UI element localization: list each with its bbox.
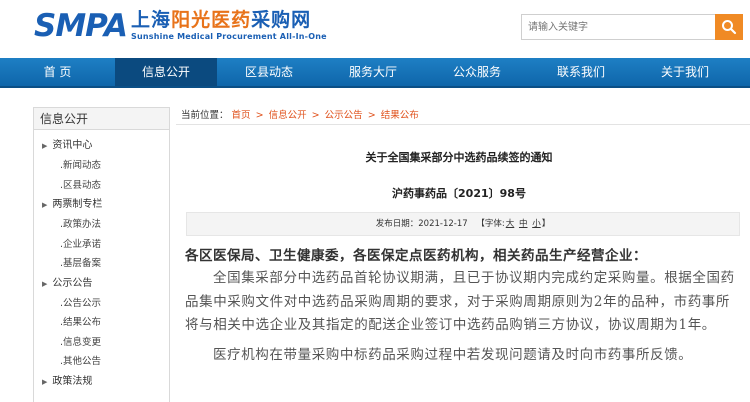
sidebar-title: 信息公开 bbox=[34, 108, 169, 130]
logo-text: 上海阳光医药采购网 Sunshine Medical Procurement A… bbox=[131, 9, 327, 42]
sidebar-item-label: 公示公告 bbox=[52, 277, 93, 289]
article-body: 各区医保局、卫生健康委，各医保定点医药机构，相关药品生产经营企业： 全国集采部分… bbox=[185, 245, 743, 367]
article-paragraph: 全国集采部分中选药品首轮协议期满，且已于协议期内完成约定采购量。根据全国药品集中… bbox=[185, 270, 735, 333]
article-paragraph: 医疗机构在带量采购中标药品采购过程中若发现问题请及时向市药事所反馈。 bbox=[213, 346, 693, 363]
nav-contact-us[interactable]: 联系我们 bbox=[529, 58, 633, 86]
font-size-medium[interactable]: 中 bbox=[519, 219, 528, 229]
sidebar-subitem-filing[interactable]: .基层备案 bbox=[34, 254, 169, 274]
triangle-right-icon: ▶ bbox=[42, 279, 48, 288]
article-doc-number: 沪药事药品〔2021〕98号 bbox=[392, 187, 526, 200]
site-header: SMPA 上海阳光医药采购网 Sunshine Medical Procurem… bbox=[0, 0, 750, 58]
triangle-right-icon: ▶ bbox=[42, 201, 48, 209]
sidebar-item-regulations[interactable]: ▶ 政策法规 bbox=[34, 372, 169, 392]
nav-public-service[interactable]: 公众服务 bbox=[425, 58, 529, 86]
sidebar-item-label: 两票制专栏 bbox=[52, 199, 103, 210]
breadcrumb-separator: > bbox=[255, 110, 264, 121]
nav-home[interactable]: 首 页 bbox=[0, 58, 115, 86]
search-box bbox=[521, 14, 743, 40]
breadcrumb-separator: > bbox=[367, 110, 376, 121]
article-title: 关于全国集采部分中选药品续签的通知 bbox=[365, 151, 553, 164]
logo-english: Sunshine Medical Procurement All-In-One bbox=[131, 32, 327, 41]
sidebar-subitem-commitment[interactable]: .企业承诺 bbox=[34, 235, 169, 255]
nav-info-public[interactable]: 信息公开 bbox=[115, 58, 217, 86]
sidebar-menu: ▶ 资讯中心 .新闻动态 .区县动态 ▶ 两票制专栏 .政策办法 .企业承诺 .基层… bbox=[34, 130, 169, 392]
search-button[interactable] bbox=[715, 14, 743, 40]
sidebar-subitem-notice[interactable]: .公告公示 bbox=[34, 294, 169, 314]
logo-chinese: 上海阳光医药采购网 bbox=[131, 9, 327, 31]
sidebar-subitem-results[interactable]: .结果公布 bbox=[34, 313, 169, 333]
sidebar-item-news-center[interactable]: ▶ 资讯中心 bbox=[34, 136, 169, 156]
logo-cn-part2: 采购网 bbox=[251, 9, 312, 31]
triangle-right-icon: ▶ bbox=[42, 377, 48, 386]
breadcrumb-home[interactable]: 首页 bbox=[232, 110, 251, 121]
sidebar-subitem-news[interactable]: .新闻动态 bbox=[34, 156, 169, 176]
font-size-control: 【字体:大 中 小】 bbox=[476, 219, 550, 229]
publish-date: 发布日期：2021-12-17 bbox=[375, 219, 468, 229]
nav-district-news[interactable]: 区县动态 bbox=[217, 58, 321, 86]
site-logo[interactable]: SMPA 上海阳光医药采购网 Sunshine Medical Procurem… bbox=[34, 9, 327, 49]
nav-service-hall[interactable]: 服务大厅 bbox=[321, 58, 425, 86]
sidebar-subitem-changes[interactable]: .信息变更 bbox=[34, 333, 169, 353]
sidebar-subitem-policy[interactable]: .政策办法 bbox=[34, 215, 169, 235]
logo-cn-highlight: 阳光医药 bbox=[171, 9, 252, 31]
main-content: 当前位置： 首页 > 信息公开 > 公示公告 > 结果公布 关于全国集采部分中选… bbox=[176, 107, 750, 402]
sidebar-item-label: 资讯中心 bbox=[52, 140, 93, 151]
font-size-small[interactable]: 小 bbox=[532, 219, 541, 229]
main-nav: 首 页 信息公开 区县动态 服务大厅 公众服务 联系我们 关于我们 bbox=[0, 58, 750, 88]
breadcrumb-announcements[interactable]: 公示公告 bbox=[325, 110, 363, 121]
breadcrumb: 当前位置： 首页 > 信息公开 > 公示公告 > 结果公布 bbox=[176, 107, 750, 125]
font-size-large[interactable]: 大 bbox=[506, 219, 515, 229]
article-salutation: 各区医保局、卫生健康委，各医保定点医药机构，相关药品生产经营企业： bbox=[185, 248, 647, 264]
breadcrumb-info-public[interactable]: 信息公开 bbox=[269, 110, 307, 121]
search-icon bbox=[722, 20, 737, 35]
triangle-right-icon: ▶ bbox=[42, 142, 48, 150]
font-size-label: 【字体: bbox=[476, 219, 505, 229]
nav-about-us[interactable]: 关于我们 bbox=[633, 58, 737, 86]
sidebar-item-announcements[interactable]: ▶ 公示公告 bbox=[34, 274, 169, 294]
logo-cn-part1: 上海 bbox=[131, 9, 172, 31]
font-size-close: 】 bbox=[541, 219, 551, 229]
sidebar-subitem-other[interactable]: .其他公告 bbox=[34, 352, 169, 372]
logo-smpa: SMPA bbox=[34, 8, 128, 44]
sidebar-item-two-invoice[interactable]: ▶ 两票制专栏 bbox=[34, 195, 169, 215]
sidebar: 信息公开 ▶ 资讯中心 .新闻动态 .区县动态 ▶ 两票制专栏 .政策办法 .企业承… bbox=[33, 107, 170, 402]
search-input[interactable] bbox=[521, 14, 715, 40]
breadcrumb-results[interactable]: 结果公布 bbox=[381, 110, 419, 121]
sidebar-subitem-district[interactable]: .区县动态 bbox=[34, 176, 169, 196]
article-meta: 发布日期：2021-12-17 【字体:大 中 小】 bbox=[186, 212, 740, 236]
breadcrumb-prefix: 当前位置： bbox=[181, 110, 229, 121]
breadcrumb-separator: > bbox=[311, 110, 320, 121]
sidebar-item-label: 政策法规 bbox=[52, 375, 93, 387]
